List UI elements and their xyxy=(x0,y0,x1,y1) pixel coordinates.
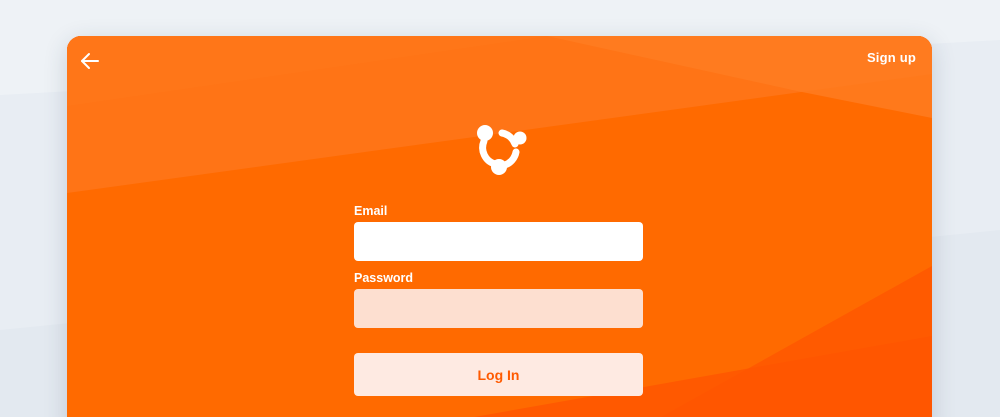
people-circle-logo-icon xyxy=(477,125,527,175)
password-label: Password xyxy=(354,271,414,285)
login-form: Email Password Log In xyxy=(354,204,643,396)
arrow-left-icon xyxy=(81,53,99,69)
brand-logo xyxy=(471,120,527,176)
email-label: Email xyxy=(354,204,388,218)
password-field[interactable] xyxy=(354,289,643,328)
login-button[interactable]: Log In xyxy=(354,353,643,396)
signup-link[interactable]: Sign up xyxy=(867,50,916,65)
login-card: Sign up Email Password Log In xyxy=(67,36,932,417)
email-field[interactable] xyxy=(354,222,643,261)
back-button[interactable] xyxy=(79,50,101,72)
